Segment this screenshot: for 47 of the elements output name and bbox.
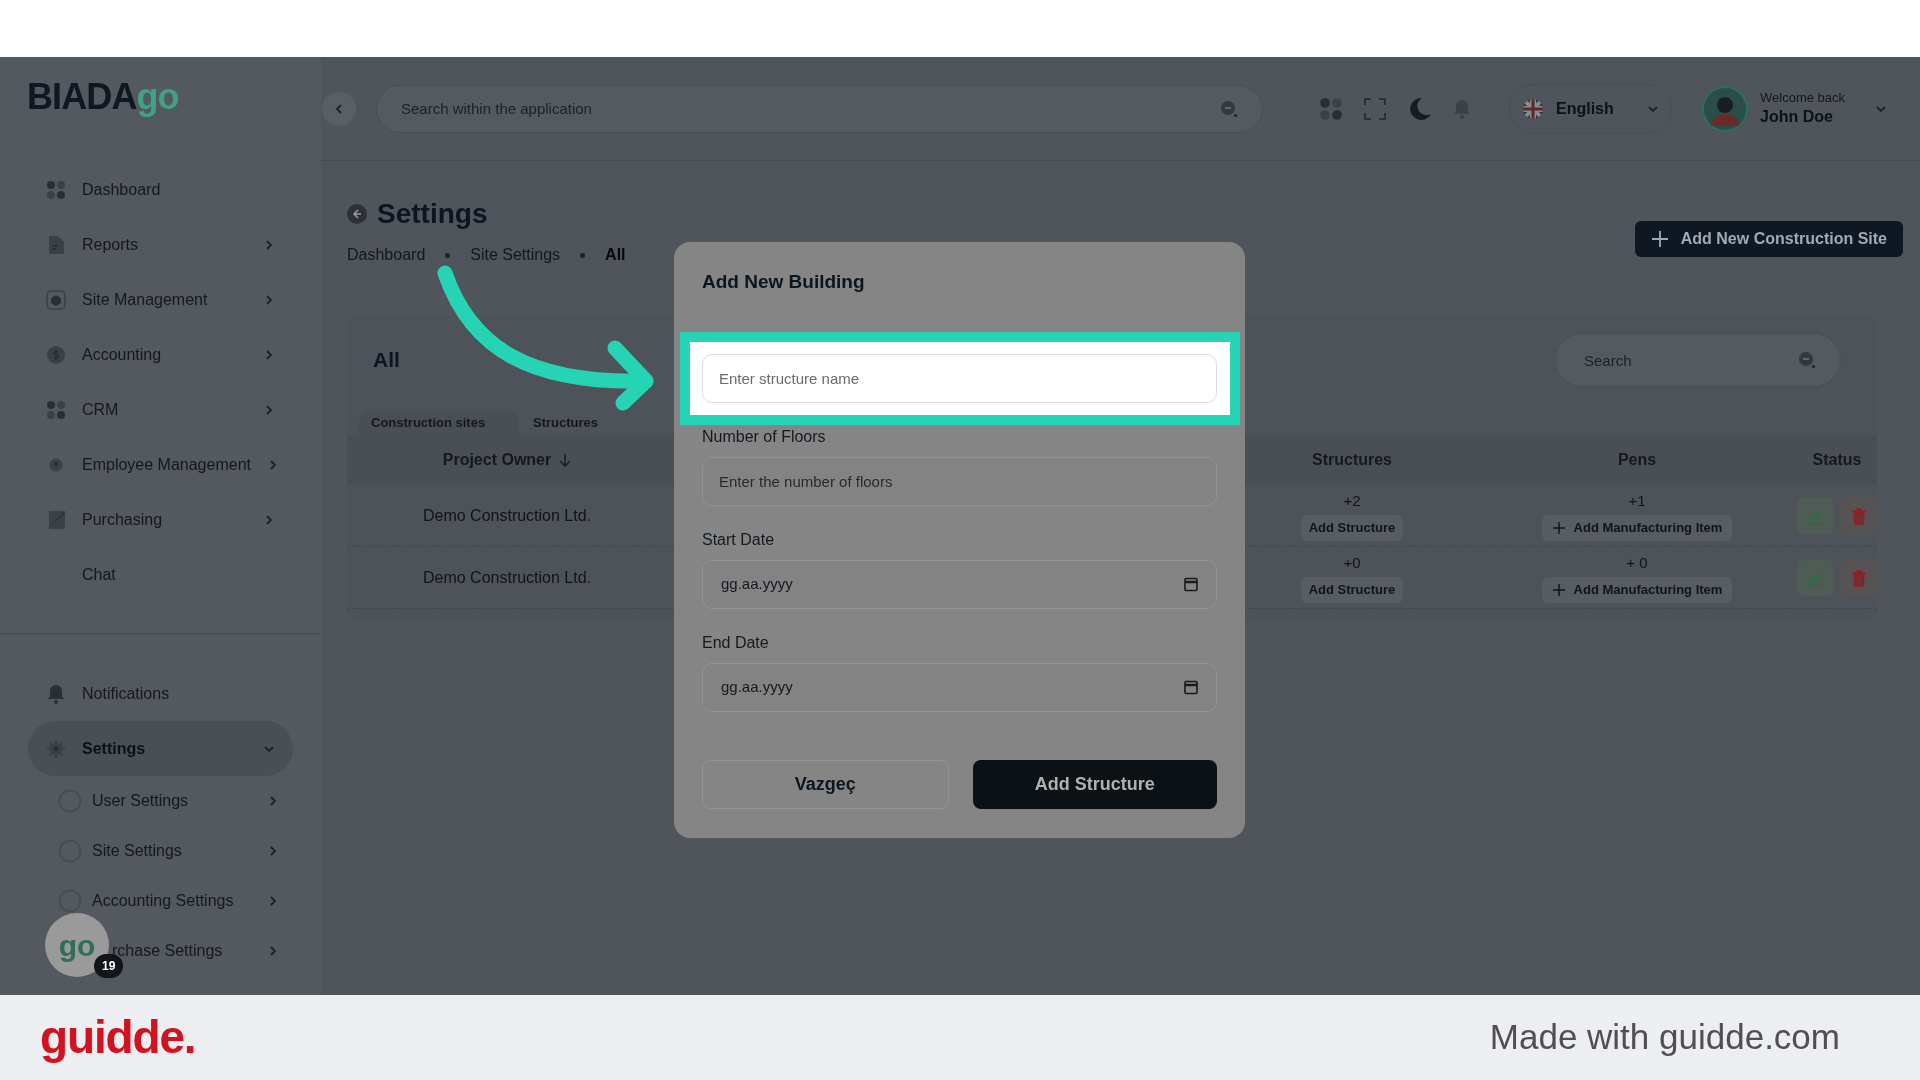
welcome-text: Welcome back — [1760, 90, 1845, 107]
add-item-button[interactable]: Add Manufacturing Item — [1541, 576, 1733, 603]
date-field[interactable]: gg.aa.yyyy — [702, 559, 1217, 609]
sidebar-item[interactable]: Dashboard — [28, 162, 293, 217]
sidebar-item[interactable]: Purchasing — [28, 492, 293, 547]
table-cell-text: Demo Construction Ltd. — [422, 505, 592, 526]
add-item-button[interactable]: Add Manufacturing Item — [1541, 514, 1733, 541]
breadcrumb-link[interactable]: Site Settings — [470, 243, 561, 267]
cancel-button[interactable]: Vazgeç — [702, 759, 949, 809]
brand-logo: guidde. — [40, 1010, 196, 1065]
add-structure-button[interactable]: Add Structure — [972, 759, 1217, 809]
count-text: + 0 — [1626, 553, 1648, 574]
search-field[interactable]: Search — [1555, 333, 1841, 387]
field-label: Number of Floors — [702, 426, 827, 447]
sidebar-item[interactable]: CRM — [28, 382, 293, 437]
count-text: +1 — [1628, 491, 1646, 512]
sidebar-item[interactable]: Chat — [28, 547, 293, 602]
column-header[interactable]: Project Owner — [347, 448, 667, 472]
sidebar-item[interactable]: Accounting — [28, 327, 293, 382]
page-title: Settings — [377, 197, 488, 231]
footer-text: Made with guidde.com — [1489, 1016, 1840, 1059]
card-title: All — [373, 347, 400, 374]
field-label: Start Date — [702, 529, 776, 550]
sidebar-item[interactable]: Site Management — [28, 272, 293, 327]
search-field[interactable]: Search within the application — [376, 84, 1263, 133]
count-text: +2 — [1343, 491, 1361, 512]
sidebar-item[interactable]: Reports — [28, 217, 293, 272]
table-cell-text: Demo Construction Ltd. — [422, 567, 592, 588]
add-structure-button[interactable]: Add Structure — [1300, 576, 1404, 603]
date-field[interactable]: gg.aa.yyyy — [702, 662, 1217, 712]
language-selector[interactable]: English — [1509, 83, 1672, 134]
logo: BIADAgo — [27, 79, 179, 115]
tab[interactable]: Structures — [521, 411, 621, 435]
sidebar-item[interactable]: Notifications — [28, 666, 293, 721]
add-structure-button[interactable]: Add Structure — [1300, 514, 1404, 541]
field-label: End Date — [702, 632, 770, 653]
user-name: John Doe — [1760, 106, 1834, 127]
breadcrumb-link[interactable]: Dashboard — [347, 243, 426, 267]
count-text: +0 — [1343, 553, 1361, 574]
add-site-button[interactable]: Add New Construction Site — [1634, 221, 1903, 257]
sidebar-item[interactable]: Settings — [28, 721, 293, 776]
sidebar-item[interactable]: Employee Management — [28, 437, 293, 492]
submenu-item[interactable]: Site Settings — [58, 826, 293, 876]
input-field[interactable]: Enter the number of floors — [702, 456, 1217, 506]
modal-title: Add New Building — [702, 270, 866, 294]
column-header[interactable]: Status — [1797, 448, 1877, 472]
submenu-item[interactable]: User Settings — [58, 776, 293, 826]
